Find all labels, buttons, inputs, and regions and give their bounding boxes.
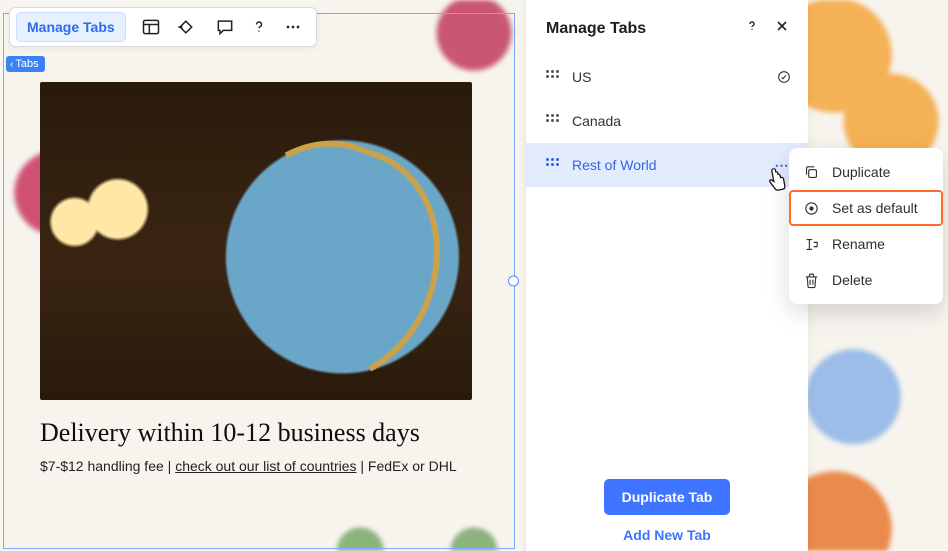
menu-label: Delete [832,272,872,288]
menu-duplicate[interactable]: Duplicate [789,154,943,190]
tab-list: US Canada Rest of World ⋯ [526,51,808,191]
tab-label: Canada [572,113,621,129]
more-icon[interactable] [276,10,310,44]
default-check-icon [776,69,792,85]
menu-delete[interactable]: Delete [789,262,943,298]
tab-row-canada[interactable]: Canada [526,99,808,143]
tab-label: Rest of World [572,157,657,173]
element-toolbar: Manage Tabs [9,7,317,47]
menu-label: Rename [832,236,885,252]
layout-icon[interactable] [134,10,168,44]
close-icon[interactable] [774,18,790,39]
element-type-tag[interactable]: ‹ Tabs [6,56,45,72]
tab-row-us[interactable]: US [526,55,808,99]
menu-label: Duplicate [832,164,890,180]
panel-header: Manage Tabs [526,0,808,51]
countries-link[interactable]: check out our list of countries [175,458,356,474]
comment-icon[interactable] [208,10,242,44]
manage-tabs-button[interactable]: Manage Tabs [16,12,126,42]
element-type-label: Tabs [15,58,38,70]
manage-tabs-panel: Manage Tabs US Canada Rest of World [526,0,808,551]
panel-footer: Duplicate Tab Add New Tab [526,465,808,551]
duplicate-tab-button[interactable]: Duplicate Tab [604,479,731,515]
animation-icon[interactable] [168,10,202,44]
menu-rename[interactable]: Rename [789,226,943,262]
drag-handle-icon[interactable] [546,114,560,128]
panel-title: Manage Tabs [546,20,646,38]
drag-handle-icon[interactable] [546,70,560,84]
menu-label: Set as default [832,200,918,216]
tab-context-menu: Duplicate Set as default Rename Delete [789,148,943,304]
globe-image [40,82,472,400]
content-heading: Delivery within 10-12 business days [40,418,472,448]
tab-content-card: Delivery within 10-12 business days $7-$… [40,82,472,476]
tab-label: US [572,69,591,85]
content-subtext: $7-$12 handling fee | check out our list… [40,458,472,476]
fee-suffix: | FedEx or DHL [357,458,457,474]
tab-row-rest-of-world[interactable]: Rest of World ⋯ [526,143,808,187]
help-icon[interactable] [242,10,276,44]
drag-handle-icon[interactable] [546,158,560,172]
panel-help-icon[interactable] [744,18,760,39]
add-new-tab-button[interactable]: Add New Tab [623,527,711,543]
chevron-left-icon: ‹ [10,59,13,70]
menu-set-as-default[interactable]: Set as default [789,190,943,226]
fee-prefix: $7-$12 handling fee | [40,458,175,474]
